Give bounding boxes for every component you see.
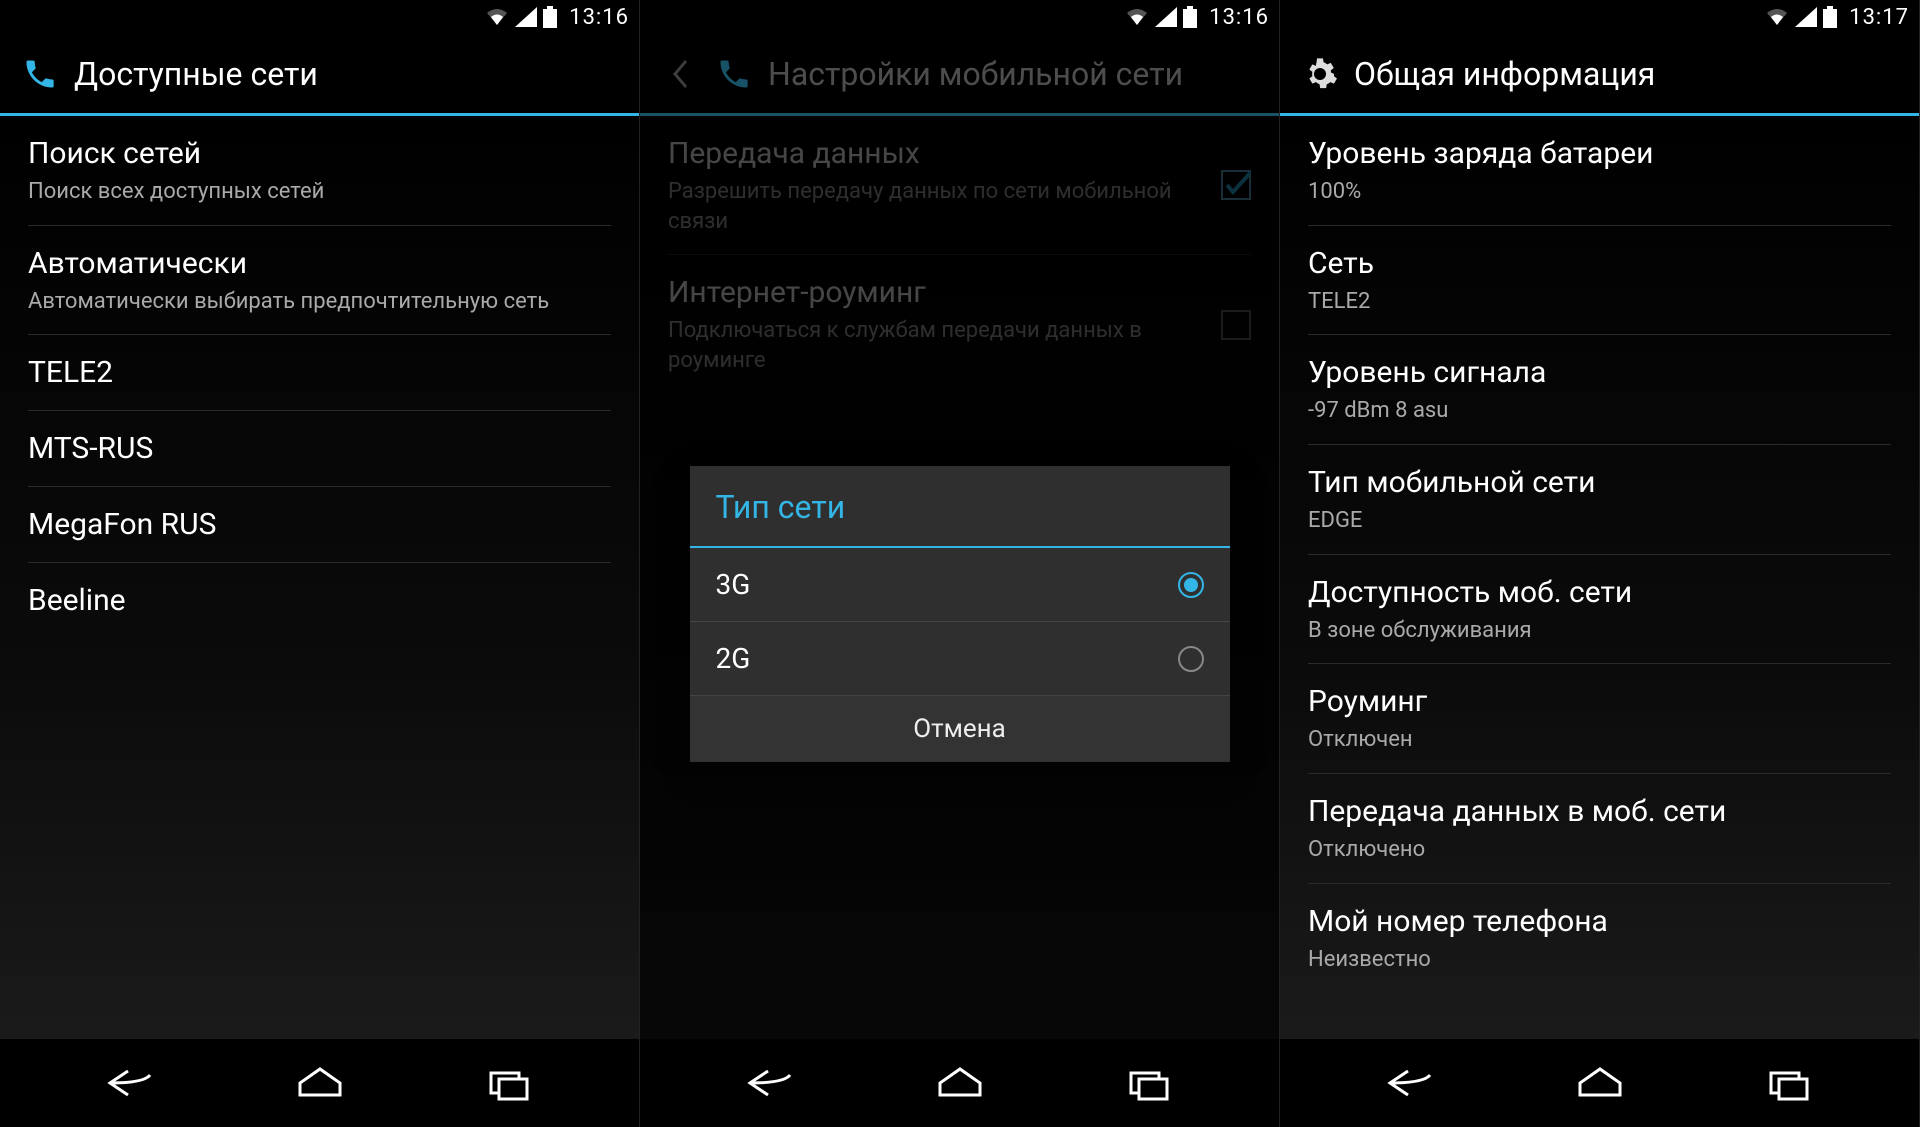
item-sub: Отключен xyxy=(1308,725,1891,755)
status-bar: 13:16 xyxy=(640,0,1279,34)
option-label: 3G xyxy=(716,568,751,601)
item-label: MTS-RUS xyxy=(28,429,611,468)
search-networks-item[interactable]: Поиск сетей Поиск всех доступных сетей xyxy=(28,116,611,226)
network-tele2-item[interactable]: TELE2 xyxy=(28,335,611,411)
back-button[interactable] xyxy=(1350,1058,1470,1108)
item-label: TELE2 xyxy=(28,353,611,392)
mobile-network-type-item: Тип мобильной сети EDGE xyxy=(1308,445,1891,555)
item-label: Уровень сигнала xyxy=(1308,353,1891,392)
signal-icon xyxy=(515,7,537,27)
network-megafon-item[interactable]: MegaFon RUS xyxy=(28,487,611,563)
item-label: Доступность моб. сети xyxy=(1308,573,1891,612)
phone-icon xyxy=(20,54,60,94)
network-beeline-item[interactable]: Beeline xyxy=(28,563,611,638)
item-sub: В зоне обслуживания xyxy=(1308,616,1891,646)
battery-level-item: Уровень заряда батареи 100% xyxy=(1308,116,1891,226)
phone-icon xyxy=(714,54,754,94)
battery-icon xyxy=(543,6,557,28)
item-sub: Отключено xyxy=(1308,835,1891,865)
option-label: 2G xyxy=(716,642,751,675)
radio-selected-icon xyxy=(1178,572,1204,598)
screen-available-networks: 13:16 Доступные сети Поиск сетей Поиск в… xyxy=(0,0,640,1127)
item-label: Уровень заряда батареи xyxy=(1308,134,1891,173)
network-item: Сеть TELE2 xyxy=(1308,226,1891,336)
status-time: 13:16 xyxy=(569,5,629,30)
dialog-cancel-button[interactable]: Отмена xyxy=(690,696,1230,762)
nav-bar xyxy=(0,1039,639,1127)
screen-mobile-settings: 13:16 Настройки мобильной сети Передача … xyxy=(640,0,1280,1127)
header-title: Общая информация xyxy=(1354,55,1655,93)
screen-header: Настройки мобильной сети xyxy=(640,34,1279,116)
nav-bar xyxy=(1280,1039,1919,1127)
item-label: Автоматически xyxy=(28,244,611,283)
nav-bar xyxy=(640,1039,1279,1127)
wifi-icon xyxy=(1125,7,1149,27)
item-label: Поиск сетей xyxy=(28,134,611,173)
wifi-icon xyxy=(485,7,509,27)
status-time: 13:16 xyxy=(1209,5,1269,30)
battery-icon xyxy=(1823,6,1837,28)
status-bar: 13:16 xyxy=(0,0,639,34)
dialog-title: Тип сети xyxy=(690,466,1230,548)
signal-level-item: Уровень сигнала -97 dBm 8 asu xyxy=(1308,335,1891,445)
signal-icon xyxy=(1795,7,1817,27)
item-label: Передача данных в моб. сети xyxy=(1308,792,1891,831)
screen-general-info: 13:17 Общая информация Уровень заряда ба… xyxy=(1280,0,1920,1127)
wifi-icon xyxy=(1765,7,1789,27)
header-title: Настройки мобильной сети xyxy=(768,55,1183,93)
recent-button[interactable] xyxy=(1729,1058,1849,1108)
home-button[interactable] xyxy=(1540,1058,1660,1108)
back-chevron-icon xyxy=(660,54,700,94)
battery-icon xyxy=(1183,6,1197,28)
phone-number-item: Мой номер телефона Неизвестно xyxy=(1308,884,1891,993)
home-button[interactable] xyxy=(260,1058,380,1108)
radio-unselected-icon xyxy=(1178,646,1204,672)
recent-button[interactable] xyxy=(449,1058,569,1108)
back-button[interactable] xyxy=(70,1058,190,1108)
status-time: 13:17 xyxy=(1849,5,1909,30)
item-label: Мой номер телефона xyxy=(1308,902,1891,941)
roaming-status-item: Роуминг Отключен xyxy=(1308,664,1891,774)
signal-icon xyxy=(1155,7,1177,27)
item-sub: Поиск всех доступных сетей xyxy=(28,177,611,207)
network-availability-item: Доступность моб. сети В зоне обслуживани… xyxy=(1308,555,1891,665)
item-sub: Неизвестно xyxy=(1308,945,1891,975)
recent-button[interactable] xyxy=(1089,1058,1209,1108)
item-sub: EDGE xyxy=(1308,506,1891,536)
option-2g[interactable]: 2G xyxy=(690,622,1230,696)
item-sub: 100% xyxy=(1308,177,1891,207)
item-label: Сеть xyxy=(1308,244,1891,283)
item-label: Тип мобильной сети xyxy=(1308,463,1891,502)
item-label: Роуминг xyxy=(1308,682,1891,721)
home-button[interactable] xyxy=(900,1058,1020,1108)
content-area[interactable]: Уровень заряда батареи 100% Сеть TELE2 У… xyxy=(1280,116,1919,1039)
item-sub: TELE2 xyxy=(1308,287,1891,317)
mobile-data-status-item: Передача данных в моб. сети Отключено xyxy=(1308,774,1891,884)
screen-header: Общая информация xyxy=(1280,34,1919,116)
back-button[interactable] xyxy=(710,1058,830,1108)
dialog-overlay[interactable]: Тип сети 3G 2G Отмена xyxy=(640,116,1279,1039)
item-label: Beeline xyxy=(28,581,611,620)
header-title: Доступные сети xyxy=(74,55,318,93)
status-bar: 13:17 xyxy=(1280,0,1919,34)
item-sub: -97 dBm 8 asu xyxy=(1308,396,1891,426)
item-sub: Автоматически выбирать предпочтительную … xyxy=(28,287,611,317)
option-3g[interactable]: 3G xyxy=(690,548,1230,622)
item-label: MegaFon RUS xyxy=(28,505,611,544)
content-area: Поиск сетей Поиск всех доступных сетей А… xyxy=(0,116,639,1039)
network-mts-item[interactable]: MTS-RUS xyxy=(28,411,611,487)
screen-header: Доступные сети xyxy=(0,34,639,116)
gear-icon xyxy=(1300,54,1340,94)
auto-select-item[interactable]: Автоматически Автоматически выбирать пре… xyxy=(28,226,611,336)
network-type-dialog: Тип сети 3G 2G Отмена xyxy=(690,466,1230,762)
